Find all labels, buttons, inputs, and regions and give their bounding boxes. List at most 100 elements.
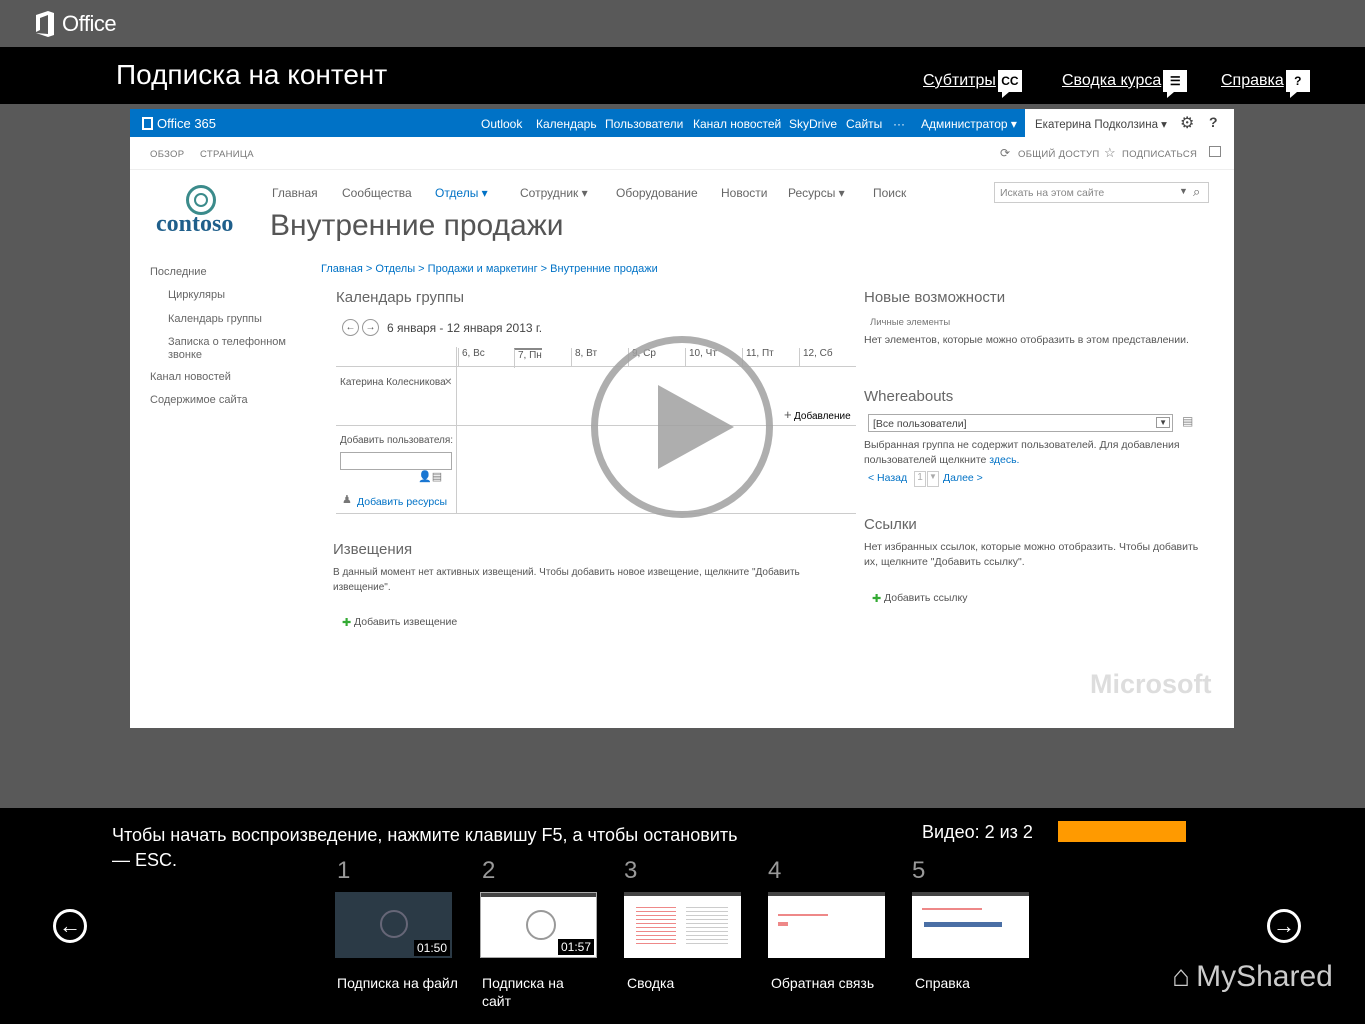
suite-nav-sites[interactable]: Сайты bbox=[846, 117, 882, 131]
thumb-number-3: 3 bbox=[624, 857, 638, 884]
whereabouts-back-link[interactable]: < Назад bbox=[868, 472, 907, 484]
whereabouts-view-icon[interactable]: ▤ bbox=[1182, 414, 1193, 428]
breadcrumb[interactable]: Главная > Отделы > Продажи и маркетинг >… bbox=[321, 263, 658, 275]
add-event-link[interactable]: Добавление bbox=[794, 411, 851, 422]
topnav-communities[interactable]: Сообщества bbox=[342, 186, 412, 200]
office365-label: Office 365 bbox=[157, 116, 217, 131]
quicklaunch-newsfeed[interactable]: Канал новостей bbox=[150, 371, 231, 383]
myshared-label: MyShared bbox=[1196, 960, 1333, 993]
thumb-label-3[interactable]: Сводка bbox=[627, 974, 762, 992]
page-dropdown-icon[interactable]: ▼ bbox=[927, 471, 939, 487]
topnav-equipment[interactable]: Оборудование bbox=[616, 186, 698, 200]
contoso-logo[interactable]: contoso bbox=[156, 211, 233, 238]
search-icon[interactable]: ⌕ bbox=[1193, 184, 1200, 200]
suite-nav-people[interactable]: Пользователи bbox=[605, 117, 683, 131]
settings-gear-icon[interactable]: ⚙ bbox=[1180, 113, 1194, 133]
search-scope-icon[interactable]: ▼ bbox=[1179, 186, 1188, 196]
course-summary-label: Сводка курса bbox=[1062, 72, 1162, 89]
whatsnew-heading: Новые возможности bbox=[864, 289, 1006, 306]
whereabouts-heading: Whereabouts bbox=[864, 388, 954, 405]
quicklaunch-group-calendar[interactable]: Календарь группы bbox=[168, 313, 262, 325]
cc-icon: CC bbox=[997, 70, 1022, 98]
help-label: Справка bbox=[1221, 72, 1284, 89]
whatsnew-sub[interactable]: Личные элементы bbox=[870, 317, 950, 328]
thumb-feedback[interactable] bbox=[768, 892, 885, 958]
thumb-video-1[interactable]: 01:50 bbox=[335, 892, 452, 958]
thumb-label-2[interactable]: Подписка на сайт bbox=[482, 974, 592, 1010]
suite-nav-outlook[interactable]: Outlook bbox=[481, 117, 522, 131]
previous-arrow-icon[interactable]: ← bbox=[53, 909, 87, 943]
ribbon-tab-browse[interactable]: ОБЗОР bbox=[150, 149, 184, 160]
add-resources-link[interactable]: Добавить ресурсы bbox=[357, 496, 447, 508]
thumb-video-2[interactable]: 01:57 bbox=[480, 892, 597, 958]
chevron-down-icon[interactable]: ▼ bbox=[1156, 417, 1170, 428]
thumb-text-lines bbox=[922, 908, 982, 910]
office-brand: Office bbox=[62, 11, 117, 36]
suite-nav-admin[interactable]: Администратор ▾ bbox=[921, 117, 1017, 131]
quicklaunch-circulars[interactable]: Циркуляры bbox=[168, 289, 225, 301]
next-arrow-icon[interactable]: → bbox=[1267, 909, 1301, 943]
quicklaunch-phone-memo[interactable]: Записка о телефонном звонке bbox=[168, 336, 298, 362]
suite-nav-calendar[interactable]: Календарь bbox=[536, 117, 597, 131]
topnav-employee[interactable]: Сотрудник ▾ bbox=[520, 186, 588, 200]
course-title: Подписка на контент bbox=[116, 59, 388, 90]
focus-content-icon[interactable] bbox=[1209, 146, 1221, 157]
calendar-day-mon[interactable]: 7, Пн bbox=[514, 348, 542, 368]
thumb-text-lines bbox=[924, 922, 1002, 927]
topnav-departments[interactable]: Отделы ▾ bbox=[435, 186, 488, 200]
calendar-range: 6 января - 12 января 2013 г. bbox=[387, 321, 543, 335]
calendar-next-icon[interactable]: → bbox=[362, 319, 379, 336]
quicklaunch-site-contents[interactable]: Содержимое сайта bbox=[150, 394, 248, 406]
thumb-help[interactable] bbox=[912, 892, 1029, 958]
check-names-icon[interactable]: 👤▤ bbox=[418, 470, 442, 483]
help-icon: ? bbox=[1285, 70, 1310, 98]
video-count: Видео: 2 из 2 bbox=[922, 822, 1033, 842]
quicklaunch-recent[interactable]: Последние bbox=[150, 266, 207, 278]
thumb-label-1[interactable]: Подписка на файл bbox=[337, 974, 472, 992]
thumb-label-5[interactable]: Справка bbox=[915, 974, 1050, 992]
course-summary-link[interactable]: Сводка курса ☰ bbox=[1062, 70, 1188, 98]
topnav-search[interactable]: Поиск bbox=[873, 186, 906, 200]
user-name[interactable]: Екатерина Подколзина ▾ bbox=[1035, 117, 1167, 131]
help-link[interactable]: Справка ? bbox=[1221, 70, 1310, 98]
share-button[interactable]: ОБЩИЙ ДОСТУП bbox=[1018, 149, 1099, 160]
site-title: Внутренние продажи bbox=[270, 209, 564, 242]
calendar-heading: Календарь группы bbox=[336, 289, 465, 306]
add-user-input[interactable] bbox=[340, 452, 452, 470]
calendar-day-sun[interactable]: 6, Вс bbox=[458, 348, 485, 366]
thumb-label-4[interactable]: Обратная связь bbox=[771, 974, 906, 992]
announcements-text: В данный момент нет активных извещений. … bbox=[333, 567, 800, 593]
calendar-day-sat[interactable]: 12, Сб bbox=[799, 348, 833, 366]
thumb-text-lines bbox=[778, 922, 788, 926]
whereabouts-here-link[interactable]: здесь. bbox=[989, 454, 1019, 466]
add-link-button[interactable]: Добавить ссылку bbox=[884, 592, 967, 604]
calendar-prev-icon[interactable]: ← bbox=[342, 319, 359, 336]
site-search-box[interactable]: Искать на этом сайте ▼ ⌕ bbox=[994, 182, 1209, 203]
topnav-resources[interactable]: Ресурсы ▾ bbox=[788, 186, 845, 200]
play-icon bbox=[658, 385, 734, 469]
topnav-news[interactable]: Новости bbox=[721, 186, 767, 200]
thumb-summary[interactable] bbox=[624, 892, 741, 958]
whereabouts-select[interactable]: [Все пользователи] ▼ bbox=[868, 414, 1173, 432]
add-announcement-link[interactable]: Добавить извещение bbox=[354, 616, 457, 628]
suite-nav-newsfeed[interactable]: Канал новостей bbox=[693, 117, 781, 131]
follow-button[interactable]: ПОДПИСАТЬСЯ bbox=[1122, 149, 1197, 160]
whereabouts-text-body: Выбранная группа не содержит пользовател… bbox=[864, 439, 1180, 466]
thumb-play-icon bbox=[526, 910, 556, 940]
topnav-home[interactable]: Главная bbox=[272, 186, 318, 200]
thumb-number-1: 1 bbox=[337, 857, 351, 884]
play-button[interactable] bbox=[591, 336, 773, 518]
subtitles-link[interactable]: Субтитры CC bbox=[923, 70, 1022, 98]
suite-nav-more[interactable]: ··· bbox=[893, 117, 905, 131]
calendar-day-tue[interactable]: 8, Вт bbox=[571, 348, 597, 366]
remove-person-icon[interactable]: ✕ bbox=[444, 377, 452, 388]
help-question-icon[interactable]: ? bbox=[1209, 114, 1218, 130]
share-icon: ⟳ bbox=[1000, 146, 1011, 160]
whereabouts-page-field[interactable]: 1 bbox=[914, 471, 926, 487]
office-top-bar bbox=[0, 0, 1365, 47]
thumb-duration-1: 01:50 bbox=[413, 940, 450, 956]
suite-nav-skydrive[interactable]: SkyDrive bbox=[789, 117, 837, 131]
whereabouts-next-link[interactable]: Далее > bbox=[943, 472, 983, 484]
office365-brand: Office 365 bbox=[142, 116, 216, 131]
ribbon-tab-page[interactable]: СТРАНИЦА bbox=[200, 149, 254, 160]
